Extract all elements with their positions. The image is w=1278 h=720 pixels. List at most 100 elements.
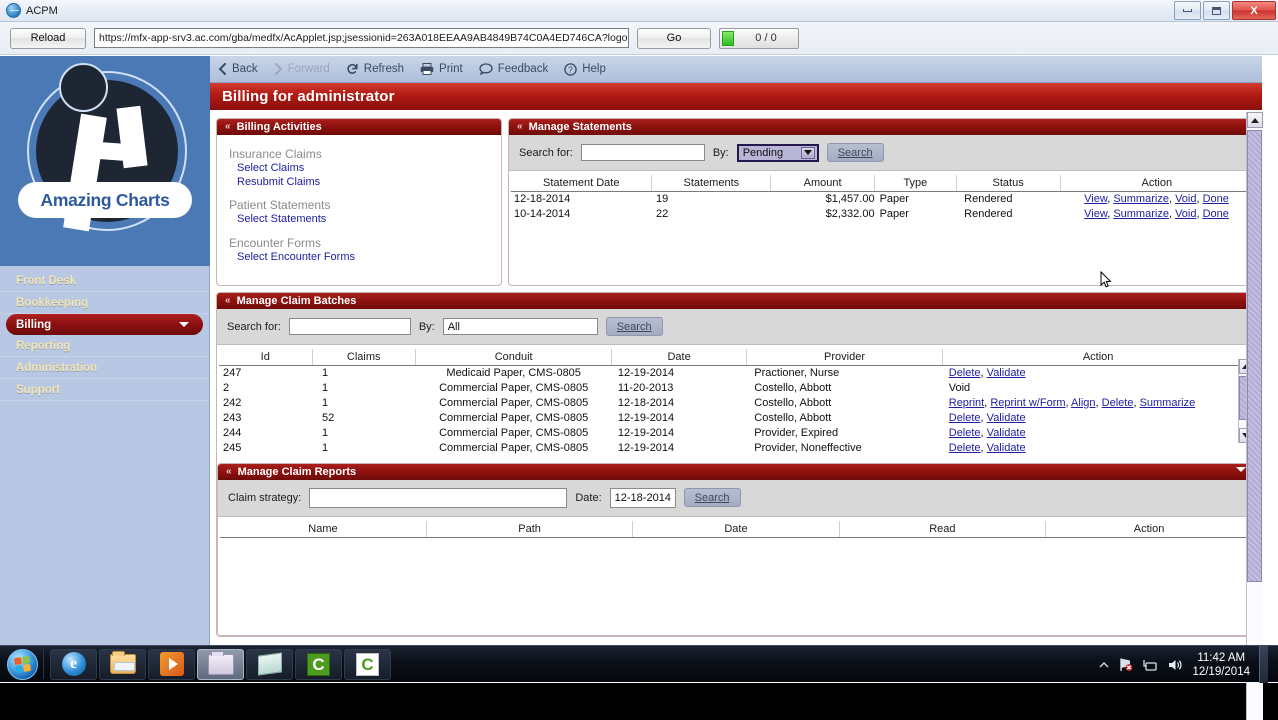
- table-row[interactable]: 245 1 Commercial Paper, CMS-0805 12-19-2…: [219, 441, 1253, 456]
- clock[interactable]: 11:42 AM 12/19/2014: [1192, 651, 1250, 679]
- nav-feedback[interactable]: Feedback: [479, 63, 548, 75]
- panel-header[interactable]: « Billing Activities: [217, 119, 501, 135]
- camtasia-icon: C: [307, 652, 330, 676]
- batches-by-input[interactable]: All: [442, 318, 598, 335]
- table-row[interactable]: 244 1 Commercial Paper, CMS-0805 12-19-2…: [219, 426, 1253, 441]
- collapse-icon[interactable]: «: [225, 122, 231, 132]
- table-row[interactable]: 247 1 Medicaid Paper, CMS-0805 12-19-201…: [219, 366, 1253, 381]
- cell-provider: Costello, Abbott: [754, 382, 832, 394]
- taskbar-camtasia-studio[interactable]: C: [344, 648, 391, 680]
- start-button[interactable]: [7, 648, 38, 680]
- statements-search-input[interactable]: [580, 144, 705, 161]
- action-delete[interactable]: Delete: [949, 412, 981, 424]
- link-select-statements[interactable]: Select Statements: [237, 213, 501, 227]
- panel-header[interactable]: « Manage Claim Reports: [218, 463, 1254, 480]
- refresh-icon: [347, 63, 358, 74]
- batches-search-button[interactable]: Search: [605, 317, 663, 336]
- taskbar-camtasia-recorder[interactable]: C: [295, 648, 342, 680]
- taskbar-note-window[interactable]: [246, 648, 293, 680]
- action-void[interactable]: Void: [1175, 208, 1196, 220]
- statements-search-button[interactable]: Search: [826, 143, 884, 162]
- col-read: Read: [838, 520, 1046, 538]
- action-center-icon[interactable]: [1118, 657, 1133, 672]
- reports-search-button[interactable]: Search: [683, 488, 741, 507]
- scroll-thumb[interactable]: [1246, 130, 1262, 582]
- cell-statements: 19: [655, 193, 669, 206]
- reload-button[interactable]: Reload: [10, 27, 86, 49]
- link-select-encounter-forms[interactable]: Select Encounter Forms: [237, 251, 501, 265]
- globe-icon: [6, 3, 21, 18]
- action-validate[interactable]: Validate: [987, 442, 1026, 454]
- page-scrollbar[interactable]: [1246, 112, 1263, 720]
- sidebar-item-administration[interactable]: Administration: [0, 357, 209, 379]
- table-row[interactable]: 10-14-2014 22 $2,332.00 Paper Rendered V…: [511, 207, 1253, 222]
- taskbar-windows-explorer[interactable]: [99, 648, 146, 680]
- sidebar-item-front-desk[interactable]: Front Desk: [0, 270, 209, 292]
- action-reprint-with-form[interactable]: Reprint w/Form: [990, 397, 1065, 409]
- cell-conduit: Commercial Paper, CMS-0805: [439, 382, 589, 394]
- action-view[interactable]: View: [1084, 193, 1107, 205]
- nav-print[interactable]: Print: [420, 63, 463, 75]
- sidebar-item-billing[interactable]: Billing: [6, 314, 203, 335]
- taskbar-folder-window[interactable]: [197, 648, 244, 680]
- show-desktop-button[interactable]: [1259, 646, 1268, 683]
- minimize-button[interactable]: [1174, 1, 1201, 20]
- taskbar-internet-explorer[interactable]: e: [50, 648, 97, 680]
- action-validate[interactable]: Validate: [987, 427, 1026, 439]
- cell-statement-date: 12-18-2014: [514, 193, 571, 206]
- action-align[interactable]: Align: [1071, 397, 1095, 409]
- claim-strategy-input[interactable]: [309, 487, 568, 508]
- chevron-down-icon[interactable]: [800, 146, 815, 159]
- action-validate[interactable]: Validate: [987, 367, 1026, 379]
- link-resubmit-claims[interactable]: Resubmit Claims: [237, 176, 501, 190]
- taskbar-media-player[interactable]: [148, 648, 195, 680]
- chevron-down-icon[interactable]: [1236, 466, 1246, 472]
- network-icon[interactable]: [1142, 658, 1158, 672]
- url-input[interactable]: https://mfx-app-srv3.ac.com/gba/medfx/Ac…: [94, 28, 629, 48]
- action-delete[interactable]: Delete: [949, 367, 981, 379]
- manage-claim-reports-body: Claim strategy: Date: 12-18-2014 Search: [218, 479, 1254, 635]
- action-summarize[interactable]: Summarize: [1113, 193, 1169, 205]
- action-summarize[interactable]: Summarize: [1140, 397, 1196, 409]
- cell-id: 2: [223, 382, 230, 394]
- table-row[interactable]: 242 1 Commercial Paper, CMS-0805 12-18-2…: [219, 396, 1253, 411]
- cell-date: 12-19-2014: [617, 427, 675, 439]
- action-delete[interactable]: Delete: [949, 442, 981, 454]
- cell-action: Delete, Validate: [948, 427, 1026, 439]
- panel-header[interactable]: « Manage Claim Batches: [217, 293, 1255, 309]
- action-void[interactable]: Void: [1175, 193, 1196, 205]
- reports-date-input[interactable]: 12-18-2014: [609, 487, 676, 508]
- panel-header[interactable]: « Manage Statements: [509, 119, 1255, 135]
- nav-back[interactable]: Back: [218, 63, 258, 75]
- sidebar-item-bookkeeping[interactable]: Bookkeeping: [0, 292, 209, 314]
- action-summarize[interactable]: Summarize: [1113, 208, 1169, 220]
- chevron-up-icon[interactable]: [1099, 661, 1109, 669]
- action-done[interactable]: Done: [1203, 208, 1229, 220]
- table-row[interactable]: 243 52 Commercial Paper, CMS-0805 12-19-…: [219, 411, 1253, 426]
- nav-refresh[interactable]: Refresh: [346, 63, 404, 76]
- go-button[interactable]: Go: [637, 27, 711, 49]
- collapse-icon[interactable]: «: [517, 122, 523, 132]
- action-validate[interactable]: Validate: [987, 412, 1026, 424]
- action-done[interactable]: Done: [1203, 193, 1229, 205]
- maximize-button[interactable]: [1203, 1, 1230, 20]
- action-reprint[interactable]: Reprint: [949, 397, 984, 409]
- close-button[interactable]: X: [1232, 1, 1276, 20]
- scroll-up-button[interactable]: [1246, 112, 1263, 128]
- statements-by-select[interactable]: Pending: [736, 143, 819, 162]
- action-delete[interactable]: Delete: [949, 427, 981, 439]
- collapse-icon[interactable]: «: [226, 466, 232, 477]
- volume-icon[interactable]: [1167, 658, 1183, 672]
- table-row[interactable]: 12-18-2014 19 $1,457.00 Paper Rendered V…: [511, 192, 1253, 207]
- cell-type: Paper: [879, 193, 909, 206]
- nav-help[interactable]: ? Help: [564, 62, 606, 76]
- table-row[interactable]: 2 1 Commercial Paper, CMS-0805 11-20-201…: [219, 381, 1253, 396]
- action-view[interactable]: View: [1084, 208, 1107, 220]
- link-select-claims[interactable]: Select Claims: [237, 162, 501, 176]
- collapse-icon[interactable]: «: [225, 296, 231, 306]
- sidebar-item-reporting[interactable]: Reporting: [0, 335, 209, 357]
- scroll-track[interactable]: [1246, 128, 1263, 720]
- batches-search-input[interactable]: [288, 318, 411, 335]
- action-delete[interactable]: Delete: [1102, 397, 1134, 409]
- sidebar-item-support[interactable]: Support: [0, 379, 209, 401]
